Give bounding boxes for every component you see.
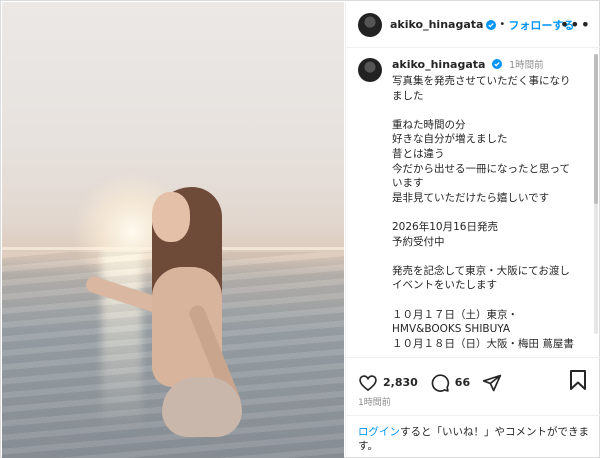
posted-time[interactable]: 1時間前: [358, 395, 391, 408]
caption-scrollbar[interactable]: [594, 54, 598, 334]
bookmark-icon: [570, 370, 586, 390]
like-button[interactable]: 2,830: [358, 373, 418, 393]
caption-line: 好きな自分が増えました: [392, 133, 508, 146]
caption-line: [392, 249, 589, 264]
caption-header: akiko_hinagata 1時間前: [392, 57, 589, 74]
save-button[interactable]: [569, 370, 587, 394]
caption-line: 予約受付中: [392, 235, 445, 248]
caption-line: [392, 103, 589, 118]
avatar[interactable]: [358, 58, 382, 82]
caption-line: います: [392, 177, 424, 190]
caption-body: 写真集を発売させていただく事になり ました 重ねた時間の分 好きな自分が増えまし…: [392, 74, 589, 349]
caption-line: 重ねた時間の分: [392, 118, 466, 131]
caption-line: １０月１８日（日）大阪・梅田 蔦屋書: [392, 337, 574, 349]
post-header: akiko_hinagata • フォローする •••: [346, 2, 600, 48]
caption-line: 昔とは違う: [392, 147, 445, 160]
photo-figure-hips: [162, 377, 242, 437]
caption-line: [392, 205, 589, 220]
avatar[interactable]: [358, 12, 382, 37]
heart-icon: [359, 374, 377, 391]
caption-text: akiko_hinagata 1時間前 写真集を発売させていただく事になり まし…: [392, 57, 589, 349]
verified-badge-icon: [491, 59, 502, 69]
like-count[interactable]: 2,830: [383, 376, 418, 389]
share-button[interactable]: [482, 373, 502, 393]
caption-line: イベントをいたします: [392, 279, 497, 292]
paper-plane-icon: [482, 374, 502, 391]
caption-line: 発売を記念して東京・大阪にてお渡し: [392, 264, 570, 277]
caption-username-link[interactable]: akiko_hinagata: [392, 58, 485, 71]
photo-figure-face: [152, 192, 190, 242]
separator-dot: •: [499, 19, 506, 30]
caption-line: 写真集を発売させていただく事になり: [392, 75, 571, 87]
caption-line: [392, 293, 589, 308]
caption-line: 2026年10月16日発売: [392, 220, 498, 233]
more-options-icon[interactable]: •••: [560, 15, 591, 34]
login-prompt-text-end: す。: [358, 440, 378, 452]
instagram-post-embed: akiko_hinagata • フォローする ••• akiko_hinaga…: [0, 0, 600, 458]
caption-time: 1時間前: [509, 60, 544, 71]
caption-line: ました: [392, 89, 424, 102]
comment-button[interactable]: 66: [430, 373, 470, 393]
caption-area[interactable]: akiko_hinagata 1時間前 写真集を発売させていただく事になり まし…: [346, 49, 600, 349]
post-sidebar: akiko_hinagata • フォローする ••• akiko_hinaga…: [345, 2, 600, 458]
comment-count[interactable]: 66: [455, 376, 470, 389]
username-link[interactable]: akiko_hinagata: [390, 18, 483, 31]
post-photo[interactable]: [2, 2, 344, 458]
caption-line: 今だから出せる一冊になったと思って: [392, 162, 570, 175]
verified-badge-icon: [486, 19, 497, 30]
caption-line: 是非見ていただけたら嬉しいです: [392, 191, 550, 204]
login-prompt-text: すると「いいね！」やコメントができま: [400, 426, 589, 438]
action-bar: 2,830 66: [346, 357, 600, 397]
caption-row: akiko_hinagata 1時間前 写真集を発売させていただく事になり まし…: [358, 57, 589, 349]
login-link[interactable]: ログイン: [358, 426, 400, 438]
scrollbar-thumb[interactable]: [594, 54, 598, 204]
caption-line: HMV&BOOKS SHIBUYA: [392, 323, 511, 336]
login-prompt: ログインすると「いいね！」やコメントができま す。: [346, 415, 600, 458]
comment-bubble-icon: [431, 373, 449, 392]
caption-line: １０月１７日（土）東京・: [392, 308, 518, 321]
